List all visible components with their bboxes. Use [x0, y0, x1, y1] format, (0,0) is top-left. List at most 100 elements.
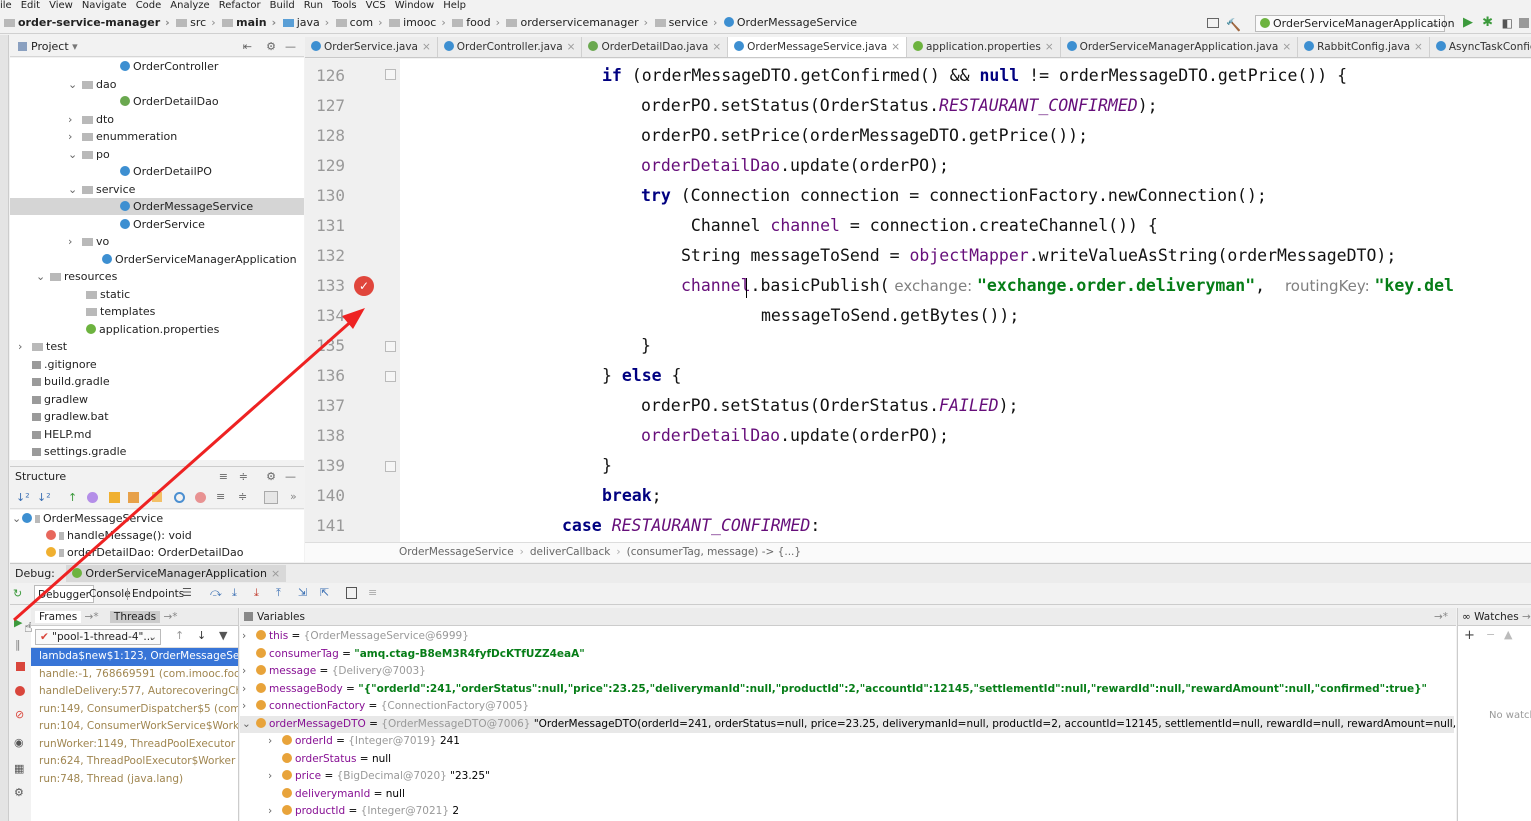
gear-icon[interactable]: ⚙ [14, 786, 24, 799]
gear-icon[interactable]: ⚙ [266, 467, 276, 487]
crumb-lambda[interactable]: (consumerTag, message) -> {...} [627, 546, 801, 558]
structure-item[interactable]: orderDetailDao: OrderDetailDao [46, 544, 243, 561]
variable-row[interactable]: › connectionFactory = {ConnectionFactory@… [240, 698, 1454, 716]
variable-row[interactable]: deliverymanId = null [240, 786, 1454, 804]
variable-row[interactable]: › productId = {Integer@7021} 2 [240, 803, 1454, 821]
pause-icon[interactable]: ‖ [15, 638, 21, 651]
close-icon[interactable]: × [712, 41, 721, 53]
chevron-down-icon[interactable]: ⌄ [36, 268, 46, 285]
crumb-java[interactable]: java › [282, 13, 329, 33]
close-icon[interactable] [195, 492, 206, 503]
stack-frame[interactable]: runWorker:1149, ThreadPoolExecutor (ja [31, 736, 238, 754]
crumb-ordermessageservice[interactable]: OrderMessageService [723, 13, 857, 33]
expand-all-icon[interactable]: ≡ [216, 490, 225, 503]
crumb-class[interactable]: OrderMessageService [399, 546, 514, 558]
restore-layout-icon[interactable]: ▦ [14, 762, 24, 775]
layout-menu-icon[interactable]: ☰ [182, 586, 192, 599]
collapse-icon[interactable]: ⇤ [243, 37, 252, 56]
crumb-orderservicemanager[interactable]: orderservicemanager › [506, 13, 648, 33]
stack-frame[interactable]: handle:-1, 768669591 (com.imooc.food.o [31, 666, 238, 684]
fold-marker-icon[interactable] [385, 341, 396, 352]
chevron-right-icon[interactable]: › [242, 698, 256, 716]
fold-marker-icon[interactable] [385, 69, 396, 80]
mute-breakpoints-icon[interactable]: ⊘ [15, 708, 24, 721]
gear-icon[interactable]: ⚙ [266, 37, 276, 56]
menu-help[interactable]: Help [443, 0, 466, 11]
chevron-right-icon[interactable]: › [68, 128, 78, 145]
variable-row[interactable]: › message = {Delivery@7003} [240, 663, 1454, 681]
chevron-right-icon[interactable]: › [242, 663, 256, 681]
editor-tab[interactable]: OrderServiceManagerApplication.java × [1061, 37, 1299, 57]
chevron-right-icon[interactable]: › [242, 681, 256, 699]
chevron-right-icon[interactable]: › [268, 803, 282, 821]
collapse-all-icon[interactable]: ≑ [239, 467, 248, 487]
chevron-down-icon[interactable]: ⌄ [68, 181, 78, 198]
chevron-right-icon[interactable]: › [268, 733, 282, 751]
more-icon[interactable]: » [290, 490, 297, 503]
non-public-icon[interactable] [152, 492, 162, 502]
resume-icon[interactable]: ▶ [14, 616, 22, 629]
editor-tab[interactable]: OrderDetailDao.java × [582, 37, 729, 57]
hide-icon[interactable]: — [285, 37, 296, 56]
down-icon[interactable]: ↓ [197, 629, 206, 642]
variable-row[interactable]: › this = {OrderMessageService@6999} [240, 628, 1454, 646]
autoscroll-icon[interactable] [264, 491, 278, 504]
menu-edit[interactable]: Edit [21, 0, 40, 11]
add-watch-icon[interactable]: + [1464, 628, 1475, 643]
fields-icon[interactable] [109, 492, 120, 503]
step-over-icon[interactable]: ⤼ [210, 586, 222, 600]
menu-build[interactable]: Build [270, 0, 295, 11]
variable-row[interactable]: › messageBody = "{"orderId":241,"orderSta… [240, 681, 1454, 699]
menu-code[interactable]: Code [136, 0, 162, 11]
run-icon[interactable]: ▶ [1463, 13, 1473, 33]
chevron-right-icon[interactable]: › [268, 768, 282, 786]
structure-item[interactable]: ⌄ OrderMessageService [12, 510, 163, 527]
code-editor[interactable]: if (orderMessageDTO.getConfirmed() && nu… [400, 59, 1531, 542]
menu-file[interactable]: ile [0, 0, 12, 11]
evaluate-icon[interactable] [346, 587, 357, 599]
thread-select[interactable]: ✔ "pool-1-thread-4"... ⌄ [35, 629, 161, 645]
editor-tab[interactable]: application.properties × [907, 37, 1061, 57]
chevron-right-icon[interactable]: › [242, 628, 256, 646]
variable-row[interactable]: ⌄ orderMessageDTO = {OrderMessageDTO@7006… [240, 715, 1531, 733]
chevron-down-icon[interactable]: ⌄ [68, 146, 78, 163]
properties-icon[interactable] [87, 492, 98, 503]
drop-frame-icon[interactable]: ⇲ [298, 586, 307, 599]
filter-icon[interactable]: ▼ [219, 629, 227, 642]
sort-visibility-icon[interactable]: ↓² [37, 491, 51, 504]
stop-icon[interactable] [16, 662, 25, 671]
crumb-imooc[interactable]: imooc › [389, 13, 446, 33]
up-icon[interactable]: ↑ [175, 629, 184, 642]
lambda-icon[interactable] [128, 492, 139, 503]
menu-navigate[interactable]: Navigate [82, 0, 127, 11]
menu-tools[interactable]: Tools [332, 0, 357, 11]
debug-session-tab[interactable]: OrderServiceManagerApplication × [66, 565, 287, 582]
fold-marker-icon[interactable] [385, 371, 396, 382]
variable-row[interactable]: › price = {BigDecimal@7020} "23.25" [240, 768, 1454, 786]
editor-tab[interactable]: AsyncTaskConfig.java× [1430, 37, 1531, 57]
variable-row[interactable]: consumerTag = "amq.ctag-B8eM3R4fyfDcKTfU… [240, 646, 1454, 664]
editor-tab[interactable]: RabbitConfig.java × [1298, 37, 1430, 57]
editor-tab[interactable]: OrderController.java × [438, 37, 583, 57]
remove-watch-icon[interactable]: − [1486, 628, 1495, 641]
crumb-src[interactable]: src › [176, 13, 216, 33]
crumb-food[interactable]: food › [452, 13, 500, 33]
rerun-icon[interactable]: ↻ [13, 587, 22, 600]
menu-view[interactable]: View [49, 0, 73, 11]
crumb-field[interactable]: deliverCallback [530, 546, 611, 558]
sort-alpha-icon[interactable]: ↓² [16, 491, 30, 504]
chevron-right-icon[interactable]: › [68, 111, 78, 128]
view-breakpoints-icon[interactable] [15, 686, 25, 696]
close-icon[interactable]: × [1045, 41, 1054, 53]
step-out-icon[interactable]: ⤒ [276, 586, 281, 600]
crumb-main[interactable]: main › [222, 13, 276, 33]
layout-icon[interactable] [1207, 18, 1219, 28]
stack-frame[interactable]: run:748, Thread (java.lang) [31, 771, 238, 789]
close-icon[interactable]: × [891, 41, 900, 53]
menu-vcs[interactable]: VCS [366, 0, 386, 11]
menu-refactor[interactable]: Refactor [219, 0, 261, 11]
inherited-icon[interactable]: ↑ [68, 491, 77, 504]
tree-item[interactable]: OrderMessageService [10, 198, 304, 215]
step-into-icon[interactable]: ⤓ [232, 586, 237, 600]
stack-frame[interactable]: lambda$new$1:123, OrderMessageServi [31, 648, 238, 666]
